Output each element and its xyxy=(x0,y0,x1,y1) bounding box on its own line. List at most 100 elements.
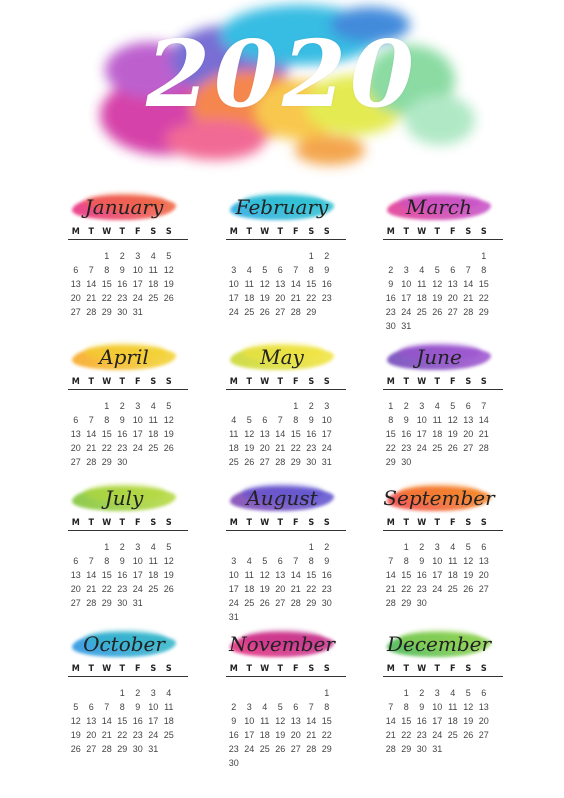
day-number: 16 xyxy=(117,429,128,439)
day-number: 15 xyxy=(306,570,317,580)
day-number: 20 xyxy=(478,570,489,580)
weekday-label: T xyxy=(246,377,253,387)
month-title-brush: January xyxy=(68,192,188,222)
week-row: 17 18 19 20 21 22 23 xyxy=(226,291,346,305)
day-number: 7 xyxy=(388,556,394,566)
day-number: 1 xyxy=(308,542,314,552)
day-number: 19 xyxy=(275,730,286,740)
day-number xyxy=(461,742,477,756)
day-number: 16 xyxy=(117,570,128,580)
week-row: 12 13 14 15 16 17 18 xyxy=(68,714,188,728)
month-march: March M T W T F S S 1 2 3 4 5 6 7 8 9 10 11 12 13 14 15 16 17 18 1… xyxy=(383,192,503,342)
weekday-label: M xyxy=(71,377,80,387)
day-number: 15 xyxy=(290,429,301,439)
day-number: 20 xyxy=(463,429,474,439)
day-number: 7 xyxy=(88,265,94,275)
day-number: 3 xyxy=(324,401,330,411)
weekday-label: W xyxy=(102,664,112,674)
week-row: 3456789 xyxy=(226,554,346,568)
weekday-label: S xyxy=(465,518,472,528)
day-number: 15 xyxy=(385,429,396,439)
day-number: 6 xyxy=(262,415,268,425)
day-number: 30 xyxy=(416,598,427,608)
day-number: 28 xyxy=(86,457,97,467)
day-number: 4 xyxy=(231,415,237,425)
day-number: 20 xyxy=(86,730,97,740)
week-row: 5 6 7 8 9 10 11 xyxy=(68,700,188,714)
day-number: 18 xyxy=(163,716,174,726)
weekday-label: S xyxy=(323,377,330,387)
month-title-brush: May xyxy=(226,342,346,372)
weekday-header: MTWTFSS xyxy=(68,518,188,531)
day-number xyxy=(273,686,289,700)
day-number xyxy=(399,249,415,263)
day-number: 6 xyxy=(465,401,471,411)
weekday-label: F xyxy=(449,377,456,387)
day-number: 11 xyxy=(432,415,442,425)
day-number xyxy=(430,455,446,469)
day-number: 17 xyxy=(148,716,159,726)
day-number: 7 xyxy=(88,415,94,425)
day-number: 10 xyxy=(228,279,239,289)
day-number: 15 xyxy=(306,279,317,289)
week-row: 9 10 11 12 13 14 15 xyxy=(226,714,346,728)
week-row: 19 20 21 22 23 24 25 xyxy=(68,728,188,742)
month-title-brush: October xyxy=(68,629,188,659)
month-october: October M T W T F S S 1 2 3 4 5 6 7 8 9 10 11 12 13 14 15 16 17 1… xyxy=(68,629,188,779)
day-number: 30 xyxy=(306,457,317,467)
day-number xyxy=(445,596,461,610)
day-number: 15 xyxy=(401,570,412,580)
day-number: 11 xyxy=(148,415,158,425)
day-number xyxy=(304,610,320,624)
weekday-label: M xyxy=(386,664,395,674)
day-number: 3 xyxy=(150,688,156,698)
day-number: 23 xyxy=(321,293,332,303)
weekday-label: M xyxy=(386,227,395,237)
weekday-label: W xyxy=(260,377,270,387)
day-number: 15 xyxy=(101,279,112,289)
day-number: 1 xyxy=(104,401,110,411)
month-name: September xyxy=(383,486,495,510)
day-number xyxy=(273,756,289,770)
day-number: 26 xyxy=(275,744,286,754)
day-number: 6 xyxy=(450,265,456,275)
weekday-label: M xyxy=(229,377,238,387)
day-number: 11 xyxy=(448,556,458,566)
day-number: 31 xyxy=(401,321,412,331)
day-number: 19 xyxy=(70,730,81,740)
weekday-label: T xyxy=(403,518,410,528)
month-title-brush: June xyxy=(383,342,503,372)
week-row: 29 30 xyxy=(383,455,503,469)
day-number xyxy=(476,319,492,333)
day-number: 23 xyxy=(117,584,128,594)
day-number: 21 xyxy=(385,730,396,740)
week-row: 123456 xyxy=(383,686,503,700)
day-number: 26 xyxy=(447,443,458,453)
day-number: 4 xyxy=(262,702,268,712)
week-row: 6 7 8 9 10 11 12 xyxy=(68,413,188,427)
day-number: 30 xyxy=(117,598,128,608)
weekday-label: W xyxy=(417,227,427,237)
day-number xyxy=(445,455,461,469)
day-number xyxy=(242,399,258,413)
day-number xyxy=(242,756,258,770)
day-number: 4 xyxy=(166,688,172,698)
month-name: July xyxy=(104,486,144,510)
day-number: 9 xyxy=(388,279,394,289)
day-number: 25 xyxy=(416,307,427,317)
day-number: 2 xyxy=(119,251,125,261)
day-number: 8 xyxy=(104,556,110,566)
weekday-label: T xyxy=(434,518,441,528)
day-grid: 1 2 3 4 5 6 7 8 9 10 11 12 13 14 15 16 17 18 19 20 21 22 23 24 2… xyxy=(68,399,188,469)
day-number: 31 xyxy=(432,744,443,754)
day-number: 9 xyxy=(135,702,141,712)
day-number: 27 xyxy=(259,457,270,467)
day-number: 19 xyxy=(244,443,255,453)
weekday-label: T xyxy=(88,227,95,237)
week-row: 26 27 28 29 30 31 xyxy=(68,742,188,756)
weekday-label: F xyxy=(449,518,456,528)
day-number xyxy=(242,249,258,263)
week-row: 23 24 25 26 27 28 29 xyxy=(383,305,503,319)
day-number: 24 xyxy=(401,307,412,317)
day-number xyxy=(242,686,258,700)
